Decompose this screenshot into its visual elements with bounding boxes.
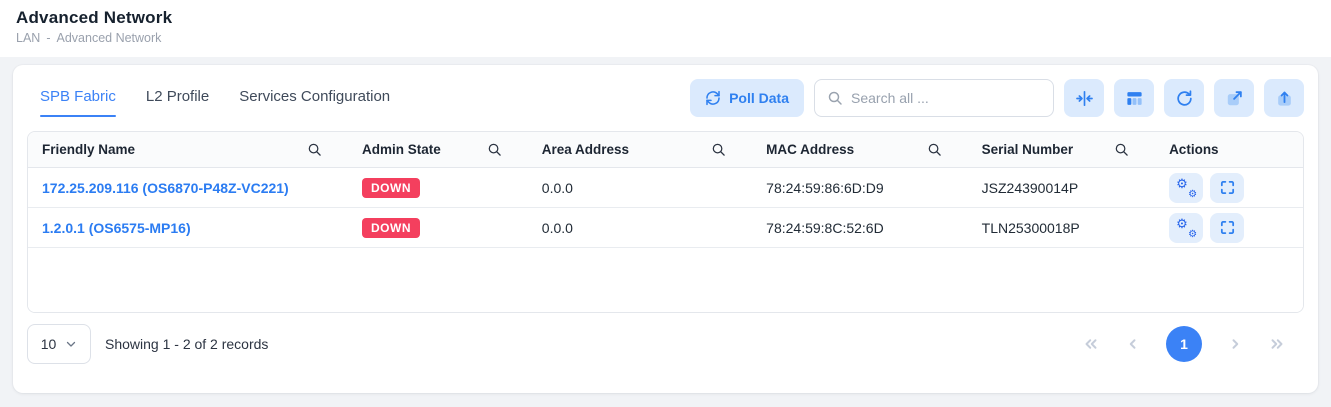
poll-data-label: Poll Data [729,90,789,106]
upload-icon [1275,89,1294,108]
collapse-columns-icon [1075,89,1094,108]
devices-table: Friendly Name Admin State Area Address M… [27,131,1304,313]
refresh-icon [1175,89,1194,108]
page-size-select[interactable]: 10 [27,324,91,364]
toolbar: Poll Data [690,79,1304,117]
export-button[interactable] [1264,79,1304,117]
current-page-button[interactable]: 1 [1166,326,1202,362]
double-chevron-right-icon [1268,335,1286,353]
tab-l2-profile[interactable]: L2 Profile [146,80,209,117]
chevron-right-icon [1226,335,1244,353]
column-search-icon[interactable] [927,142,942,157]
table-footer: 10 Showing 1 - 2 of 2 records 1 [27,324,1304,364]
column-search-icon[interactable] [1114,142,1129,157]
expand-icon [1219,219,1236,236]
mac-address-value: 78:24:59:8C:52:6D [766,220,884,236]
card-top-bar: SPB Fabric L2 Profile Services Configura… [27,77,1304,131]
double-chevron-left-icon [1082,335,1100,353]
external-link-icon [1225,89,1244,108]
table-row: 1.2.0.1 (OS6575-MP16) DOWN 0.0.0 78:24:5… [28,208,1303,248]
breadcrumb-parent[interactable]: LAN [16,31,40,45]
mac-address-value: 78:24:59:86:6D:D9 [766,180,884,196]
serial-number-value: TLN25300018P [982,220,1080,236]
device-link[interactable]: 172.25.209.116 (OS6870-P48Z-VC221) [42,180,289,196]
refresh-button[interactable] [1164,79,1204,117]
device-link[interactable]: 1.2.0.1 (OS6575-MP16) [42,220,191,236]
content-card: SPB Fabric L2 Profile Services Configura… [13,65,1318,393]
first-page-button[interactable] [1082,335,1100,353]
last-page-button[interactable] [1268,335,1286,353]
open-in-new-window-button[interactable] [1214,79,1254,117]
global-search [814,79,1054,117]
pagination: 1 [1082,326,1304,362]
device-settings-button[interactable]: ⚙⚙ [1169,173,1203,203]
chevron-down-icon [65,338,77,350]
gears-icon: ⚙⚙ [1177,219,1195,237]
column-label: Actions [1169,142,1219,157]
page-size-value: 10 [41,336,57,352]
column-header-friendly-name: Friendly Name [28,132,348,167]
device-settings-button[interactable]: ⚙⚙ [1169,213,1203,243]
gears-icon: ⚙⚙ [1177,179,1195,197]
poll-data-button[interactable]: Poll Data [690,79,804,117]
expand-row-button[interactable] [1210,213,1244,243]
table-empty-space [28,248,1303,312]
tab-services-configuration[interactable]: Services Configuration [239,80,390,117]
serial-number-value: JSZ24390014P [982,180,1079,196]
page-header: Advanced Network LAN - Advanced Network [0,0,1331,57]
column-header-area-address: Area Address [528,132,752,167]
footer-left: 10 Showing 1 - 2 of 2 records [27,324,268,364]
column-search-icon[interactable] [487,142,502,157]
sync-icon [705,90,721,106]
column-label: Admin State [362,142,441,157]
admin-state-badge: DOWN [362,218,420,238]
next-page-button[interactable] [1226,335,1244,353]
tab-bar: SPB Fabric L2 Profile Services Configura… [27,80,390,117]
area-address-value: 0.0.0 [542,180,573,196]
collapse-columns-button[interactable] [1064,79,1104,117]
search-input[interactable] [851,90,1041,106]
manage-columns-button[interactable] [1114,79,1154,117]
breadcrumb: LAN - Advanced Network [16,31,1315,45]
column-header-mac-address: MAC Address [752,132,967,167]
breadcrumb-separator: - [46,31,50,45]
previous-page-button[interactable] [1124,335,1142,353]
search-icon [827,90,843,106]
expand-row-button[interactable] [1210,173,1244,203]
page-title: Advanced Network [16,8,1315,28]
records-summary: Showing 1 - 2 of 2 records [105,336,268,352]
tab-spb-fabric[interactable]: SPB Fabric [40,80,116,117]
column-label: Friendly Name [42,142,135,157]
breadcrumb-current: Advanced Network [57,31,162,45]
table-row: 172.25.209.116 (OS6870-P48Z-VC221) DOWN … [28,168,1303,208]
expand-icon [1219,179,1236,196]
chevron-left-icon [1124,335,1142,353]
table-header-row: Friendly Name Admin State Area Address M… [28,132,1303,168]
column-label: MAC Address [766,142,854,157]
columns-icon [1125,89,1144,108]
column-search-icon[interactable] [307,142,322,157]
column-label: Area Address [542,142,629,157]
column-header-actions: Actions [1155,132,1303,167]
area-address-value: 0.0.0 [542,220,573,236]
admin-state-badge: DOWN [362,178,420,198]
column-label: Serial Number [982,142,1074,157]
column-header-admin-state: Admin State [348,132,528,167]
column-search-icon[interactable] [711,142,726,157]
column-header-serial-number: Serial Number [968,132,1155,167]
